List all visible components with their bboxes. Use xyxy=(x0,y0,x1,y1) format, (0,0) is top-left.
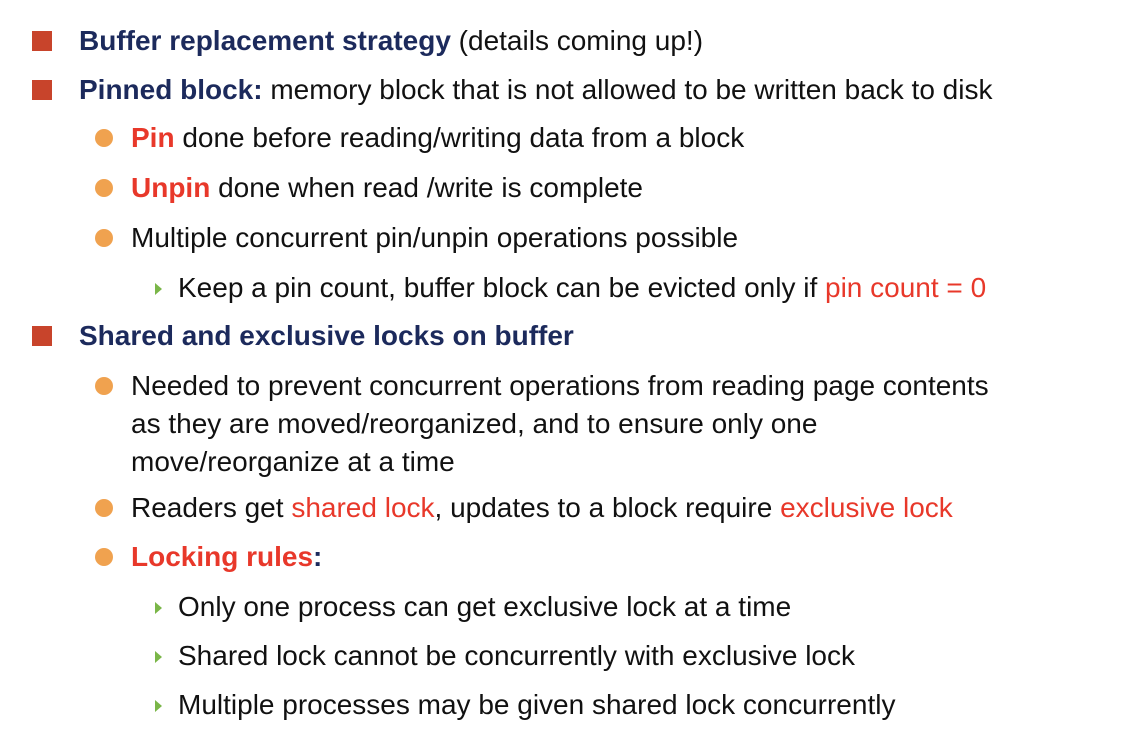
square-bullet-icon xyxy=(32,31,52,51)
keyword-unpin: Unpin xyxy=(131,172,211,203)
slide: Buffer replacement strategy (details com… xyxy=(0,0,1130,750)
sub-bullet-text: done before reading/writing data from a … xyxy=(174,122,745,153)
sub-bullet-line: Needed to prevent concurrent operations … xyxy=(131,370,989,401)
bullet-heading: Pinned block: xyxy=(79,74,263,105)
triangle-bullet-icon xyxy=(155,651,162,663)
sub-bullet-unpin: Unpin done when read /write is complete xyxy=(131,169,643,207)
triangle-bullet-icon xyxy=(155,602,162,614)
sub-bullet-text: done when read /write is complete xyxy=(210,172,643,203)
sub-bullet-text: Readers get xyxy=(131,492,292,523)
bullet-pinned-block: Pinned block: memory block that is not a… xyxy=(79,71,992,109)
sub-bullet-needed-to-prevent: Needed to prevent concurrent operations … xyxy=(131,367,989,481)
round-bullet-icon xyxy=(95,377,113,395)
rule-text: Multiple processes may be given shared l… xyxy=(178,689,896,720)
triangle-bullet-icon xyxy=(155,700,162,712)
bullet-buffer-replacement: Buffer replacement strategy (details com… xyxy=(79,22,703,60)
sub-bullet-text: , updates to a block require xyxy=(434,492,781,523)
round-bullet-icon xyxy=(95,179,113,197)
keyword-exclusive-lock: exclusive lock xyxy=(780,492,953,523)
round-bullet-icon xyxy=(95,229,113,247)
bullet-text: memory block that is not allowed to be w… xyxy=(262,74,993,105)
round-bullet-icon xyxy=(95,499,113,517)
triangle-bullet-icon xyxy=(155,283,162,295)
sub-bullet-pin: Pin done before reading/writing data fro… xyxy=(131,119,744,157)
square-bullet-icon xyxy=(32,326,52,346)
keyword-locking-rules: Locking rules xyxy=(131,541,314,572)
keyword-pin-count: pin count = 0 xyxy=(825,272,987,303)
round-bullet-icon xyxy=(95,129,113,147)
bullet-heading: Buffer replacement strategy xyxy=(79,25,451,56)
round-bullet-icon xyxy=(95,548,113,566)
bullet-text: (details coming up!) xyxy=(450,25,704,56)
sub-sub-bullet-text: Keep a pin count, buffer block can be ev… xyxy=(178,272,826,303)
rule-text: Only one process can get exclusive lock … xyxy=(178,591,792,622)
sub-sub-bullet-pin-count: Keep a pin count, buffer block can be ev… xyxy=(178,269,986,307)
keyword-shared-lock: shared lock xyxy=(291,492,435,523)
sub-bullet-text: Multiple concurrent pin/unpin operations… xyxy=(131,222,739,253)
keyword-pin: Pin xyxy=(131,122,175,153)
sub-bullet-line: move/reorganize at a time xyxy=(131,446,455,477)
sub-bullet-locking-rules: Locking rules: xyxy=(131,538,322,576)
rule-item: Multiple processes may be given shared l… xyxy=(178,686,895,724)
colon: : xyxy=(313,541,323,572)
bullet-shared-exclusive-locks: Shared and exclusive locks on buffer xyxy=(79,317,574,355)
sub-bullet-readers-writers: Readers get shared lock, updates to a bl… xyxy=(131,489,953,527)
bullet-heading: Shared and exclusive locks on buffer xyxy=(79,320,574,351)
square-bullet-icon xyxy=(32,80,52,100)
rule-item: Only one process can get exclusive lock … xyxy=(178,588,791,626)
rule-item: Shared lock cannot be concurrently with … xyxy=(178,637,855,675)
sub-bullet-concurrent-pin: Multiple concurrent pin/unpin operations… xyxy=(131,219,738,257)
rule-text: Shared lock cannot be concurrently with … xyxy=(178,640,856,671)
sub-bullet-line: as they are moved/reorganized, and to en… xyxy=(131,408,818,439)
